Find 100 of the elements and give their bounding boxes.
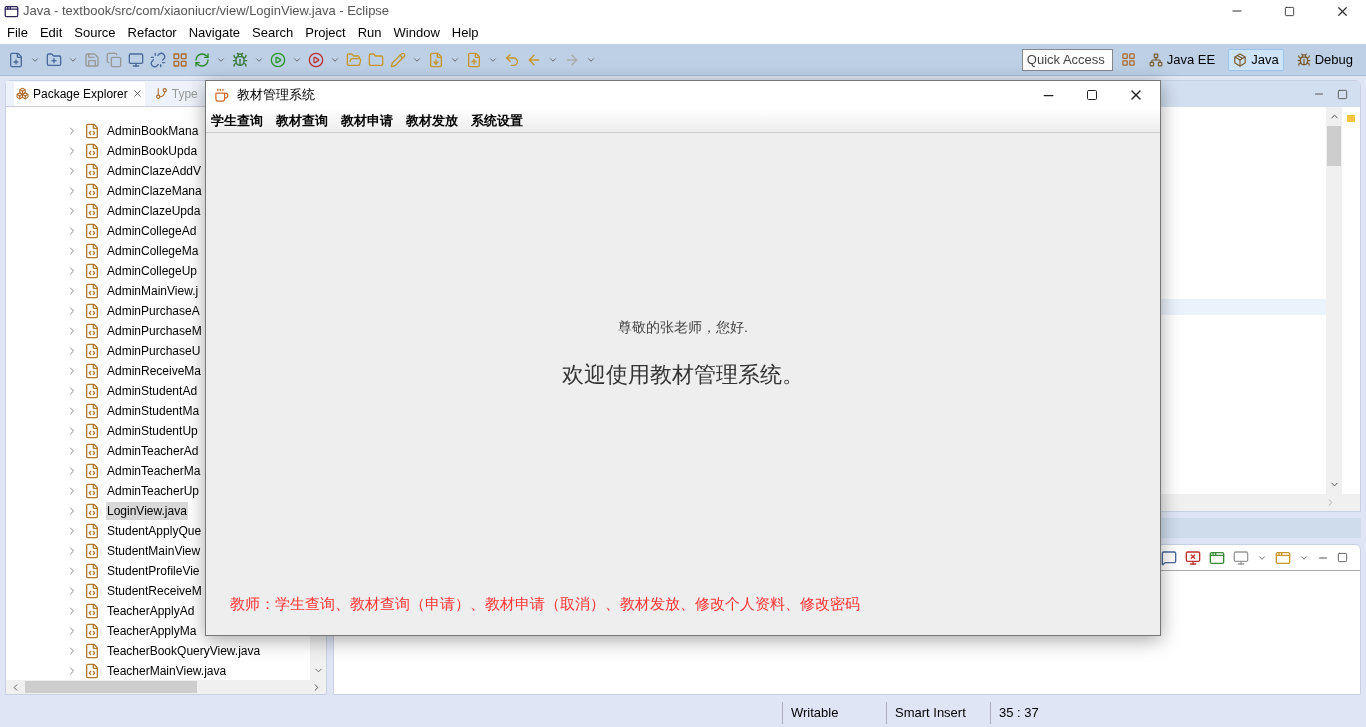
tree-item[interactable]: AdminPurchaseU <box>106 342 202 360</box>
tree-item[interactable]: AdminCollegeUp <box>106 262 199 280</box>
tree-item[interactable]: AdminClazeAddV <box>106 162 203 180</box>
run-icon[interactable] <box>270 51 286 68</box>
tree-item[interactable]: AdminTeacherMa <box>106 462 202 480</box>
view-tab[interactable]: Package Explorer <box>14 81 145 106</box>
java-file-icon <box>84 183 100 199</box>
grid-icon[interactable] <box>172 51 188 68</box>
package-icon <box>1233 52 1248 67</box>
pencil-icon[interactable] <box>390 51 406 68</box>
menu-item[interactable]: File <box>4 23 31 43</box>
horizontal-scrollbar[interactable] <box>6 680 326 694</box>
new-file-icon[interactable] <box>8 51 24 68</box>
java-file-icon <box>84 583 100 599</box>
external-run-icon[interactable] <box>308 51 324 68</box>
welcome-heading: 欢迎使用教材管理系统。 <box>562 361 804 389</box>
tree-item[interactable]: TeacherApplyAd <box>106 602 196 620</box>
refresh-icon[interactable] <box>194 51 210 68</box>
tree-item[interactable]: AdminTeacherAd <box>106 442 200 460</box>
open-folder-icon[interactable] <box>346 51 362 68</box>
save-icon[interactable] <box>84 51 100 68</box>
menu-item[interactable]: Navigate <box>185 23 243 43</box>
tree-item[interactable]: AdminClazeMana <box>106 182 203 200</box>
menu-item[interactable]: Project <box>302 23 349 43</box>
vertical-scrollbar[interactable] <box>1326 107 1342 494</box>
java-file-icon <box>84 603 100 619</box>
debug-icon[interactable] <box>232 51 248 68</box>
java-file-icon <box>84 283 100 299</box>
menu-item[interactable]: 学生查询 <box>211 110 263 131</box>
menu-item[interactable]: 系统设置 <box>471 110 523 131</box>
java-file-icon <box>84 223 100 239</box>
folder-icon[interactable] <box>368 51 384 68</box>
tree-item[interactable]: StudentMainView <box>106 542 202 560</box>
tree-item[interactable]: AdminClazeUpda <box>106 202 202 220</box>
window-title: Java - textbook/src/com/xiaoniucr/view/LoginView.java - Eclipse <box>23 2 390 21</box>
menu-item[interactable]: Run <box>354 23 385 43</box>
perspective-button[interactable]: Java EE <box>1143 48 1221 71</box>
menu-item[interactable]: Help <box>448 23 482 43</box>
scrollbar-thumb[interactable] <box>1327 126 1341 166</box>
java-file-icon <box>84 383 100 399</box>
tree-item[interactable]: LoginView.java <box>106 502 188 520</box>
quick-access-field[interactable]: Quick Access <box>1021 48 1113 71</box>
tree-item[interactable]: AdminCollegeAd <box>106 222 198 240</box>
menu-item[interactable]: 教材申请 <box>341 110 393 131</box>
tree-item[interactable]: AdminBookUpda <box>106 142 199 160</box>
tree-item[interactable]: AdminCollegeMa <box>106 242 200 260</box>
menu-item[interactable]: Refactor <box>124 23 180 43</box>
java-file-icon <box>84 483 100 499</box>
tree-item[interactable]: AdminPurchaseA <box>106 302 201 320</box>
java-file-icon <box>84 303 100 319</box>
scrollbar-thumb[interactable] <box>25 681 197 693</box>
java-file-icon <box>84 403 100 419</box>
tree-item[interactable]: AdminStudentAd <box>106 382 199 400</box>
new-folder-icon[interactable] <box>46 51 62 68</box>
maximize-icon[interactable] <box>1284 5 1295 17</box>
menu-item[interactable]: 教材查询 <box>276 110 328 131</box>
menu-item[interactable]: Search <box>249 23 297 43</box>
tree-item[interactable]: AdminTeacherUp <box>106 482 201 500</box>
remove-launch-icon[interactable] <box>1185 549 1201 566</box>
tree-item[interactable]: StudentApplyQue <box>106 522 203 540</box>
hierarchy-icon <box>1148 52 1163 67</box>
java-file-icon <box>84 123 100 139</box>
previous-annotation-icon[interactable] <box>466 51 482 68</box>
last-edit-icon[interactable] <box>504 51 520 68</box>
tree-item[interactable]: AdminMainView.j <box>106 282 200 300</box>
menu-item[interactable]: Window <box>390 23 443 43</box>
menu-item[interactable]: Source <box>71 23 119 43</box>
java-file-icon <box>84 423 100 439</box>
tree-item[interactable]: AdminReceiveMa <box>106 362 203 380</box>
tree-item[interactable]: TeacherMainView.java <box>106 662 228 680</box>
annotation-marker-icon[interactable] <box>1347 115 1355 122</box>
java-file-icon <box>84 643 100 659</box>
status-field: Writable <box>782 702 886 724</box>
unlink-icon[interactable] <box>150 51 166 68</box>
java-file-icon <box>84 203 100 219</box>
next-annotation-icon[interactable] <box>428 51 444 68</box>
monitor-icon[interactable] <box>128 51 144 68</box>
bug-icon <box>1296 52 1311 67</box>
perspective-button[interactable]: Java <box>1228 48 1284 71</box>
menu-item[interactable]: Edit <box>36 23 66 43</box>
status-field: 35 : 37 <box>990 702 1080 724</box>
tree-item[interactable]: TeacherApplyMa <box>106 622 198 640</box>
pin-console-icon[interactable] <box>1209 549 1225 566</box>
tree-item[interactable]: AdminBookMana <box>106 122 200 140</box>
open-perspective-icon[interactable] <box>1120 52 1136 67</box>
menu-item[interactable]: 教材发放 <box>406 110 458 131</box>
open-console-icon[interactable] <box>1275 549 1291 566</box>
tree-item[interactable]: TeacherBookQueryView.java <box>106 642 262 660</box>
save-all-icon[interactable] <box>106 51 122 68</box>
tree-item[interactable]: AdminStudentMa <box>106 402 201 420</box>
java-file-icon <box>84 543 100 559</box>
maximize-icon[interactable] <box>1086 89 1098 101</box>
perspective-button[interactable]: Debug <box>1291 48 1358 71</box>
display-console-icon[interactable] <box>1233 549 1249 566</box>
tree-item[interactable]: StudentProfileVie <box>106 562 201 580</box>
tree-item[interactable]: StudentReceiveM <box>106 582 203 600</box>
tree-item[interactable]: AdminPurchaseM <box>106 322 203 340</box>
tree-item[interactable]: AdminStudentUp <box>106 422 199 440</box>
status-field: Smart Insert <box>886 702 990 724</box>
java-file-icon <box>84 443 100 459</box>
